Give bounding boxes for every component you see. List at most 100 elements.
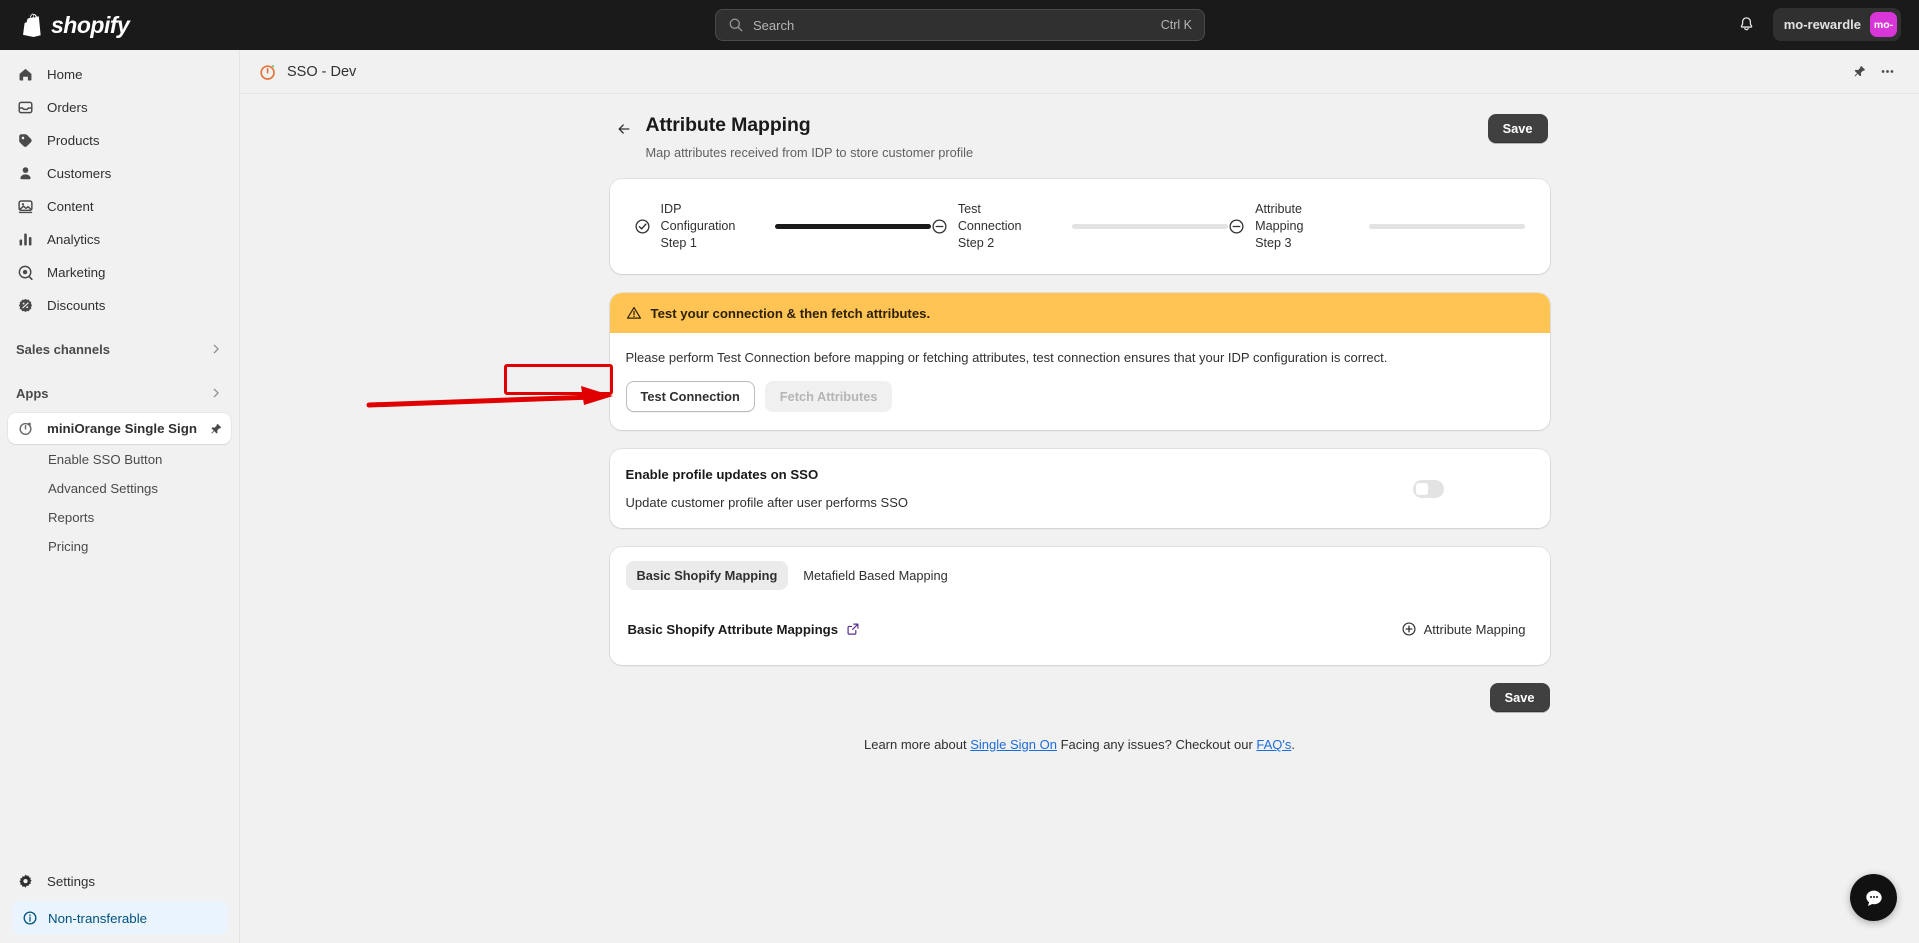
- page-subtitle: Map attributes received from IDP to stor…: [645, 145, 974, 160]
- search-placeholder: Search: [753, 17, 795, 33]
- test-connection-banner-card: Test your connection & then fetch attrib…: [609, 293, 1550, 430]
- progress-stepper-card: IDP Configuration Step 1 Test Connection…: [609, 179, 1550, 274]
- search-shortcut-hint: Ctrl K: [1160, 18, 1192, 32]
- warning-banner-header: Test your connection & then fetch attrib…: [609, 293, 1550, 333]
- shopify-wordmark: shopify: [51, 11, 130, 38]
- mapping-section-row: Basic Shopify Attribute Mappings Attribu…: [626, 617, 1534, 641]
- stepper-step-line1: Attribute: [1255, 202, 1303, 216]
- add-attribute-mapping-button[interactable]: Attribute Mapping: [1395, 617, 1532, 641]
- tab-basic-shopify-mapping[interactable]: Basic Shopify Mapping: [625, 561, 789, 590]
- stepper-step-2-labels: Test Connection Step 2: [958, 201, 1068, 252]
- sidebar-item-label: Customers: [47, 165, 112, 181]
- minus-circle-icon: [1229, 219, 1244, 234]
- bar-chart-icon: [16, 230, 35, 249]
- stepper: IDP Configuration Step 1 Test Connection…: [610, 179, 1550, 274]
- sidebar-item-customers[interactable]: Customers: [8, 159, 231, 187]
- image-icon: [16, 197, 35, 216]
- status-badge-non-transferable[interactable]: Non-transferable: [12, 901, 228, 935]
- enable-profile-updates-toggle[interactable]: [1412, 479, 1444, 498]
- chat-support-button[interactable]: [1850, 874, 1897, 921]
- search-icon: [729, 18, 743, 32]
- sidebar-item-label: Settings: [47, 873, 96, 889]
- external-link-icon[interactable]: [846, 622, 860, 636]
- sidebar-item-miniorange-single-sign[interactable]: miniOrange Single Sign: [8, 413, 231, 444]
- arrow-left-icon: [618, 124, 629, 134]
- page-title-row: Attribute Mapping Map attributes receive…: [610, 114, 1550, 160]
- sidebar-item-products[interactable]: Products: [8, 126, 231, 154]
- account-menu-button[interactable]: mo-rewardle mo-: [1772, 8, 1901, 41]
- page-content: Attribute Mapping Map attributes receive…: [609, 114, 1550, 792]
- stepper-step-line3: Step 1: [660, 236, 697, 250]
- warning-triangle-icon: [626, 306, 641, 319]
- check-circle-icon: [634, 219, 650, 234]
- stepper-step-line2: Configuration: [660, 219, 736, 233]
- faqs-link[interactable]: FAQ's: [1256, 737, 1291, 752]
- shopify-bag-icon: [23, 13, 41, 37]
- sidebar-item-label: Home: [47, 66, 83, 82]
- sidebar-subitem-label: Reports: [48, 509, 95, 525]
- pin-icon[interactable]: [209, 422, 223, 436]
- discount-icon: [16, 296, 35, 315]
- stepper-step-3: Attribute Mapping Step 3: [1228, 201, 1526, 252]
- home-icon: [16, 65, 35, 84]
- profile-updates-text: Enable profile updates on SSO Update cus…: [626, 467, 1413, 510]
- sidebar-subitem-label: Enable SSO Button: [48, 451, 163, 467]
- global-search-input[interactable]: Search Ctrl K: [715, 9, 1205, 41]
- warning-banner-title: Test your connection & then fetch attrib…: [650, 305, 931, 321]
- bottom-save-row: Save: [610, 683, 1550, 712]
- miniorange-icon: [260, 64, 275, 80]
- sidebar-subitem-label: Pricing: [48, 538, 89, 554]
- sidebar-subitem-label: Advanced Settings: [48, 480, 158, 496]
- save-button-top[interactable]: Save: [1487, 114, 1548, 143]
- global-topbar: shopify Search Ctrl K mo-rewardle mo-: [0, 0, 1919, 50]
- tab-metafield-based-mapping[interactable]: Metafield Based Mapping: [792, 561, 958, 590]
- stepper-step-1-labels: IDP Configuration Step 1: [661, 201, 771, 252]
- sidebar-item-content[interactable]: Content: [8, 192, 231, 220]
- sidebar-item-label: Marketing: [47, 264, 106, 280]
- single-sign-on-link[interactable]: Single Sign On: [970, 737, 1057, 752]
- sidebar-item-analytics[interactable]: Analytics: [8, 225, 231, 253]
- account-name: mo-rewardle: [1783, 17, 1861, 32]
- back-button[interactable]: [612, 117, 636, 141]
- footer-text-1: Learn more about: [863, 737, 971, 752]
- main-sidebar: Home Orders Products Customers Content A…: [0, 50, 240, 943]
- sidebar-item-label: Discounts: [47, 297, 106, 313]
- stepper-step-1: IDP Configuration Step 1: [634, 201, 931, 252]
- sidebar-group-label: Apps: [16, 385, 49, 401]
- stepper-step-3-labels: Attribute Mapping Step 3: [1255, 201, 1365, 252]
- banner-action-row: Test Connection Fetch Attributes: [625, 381, 1534, 412]
- status-badge-label: Non-transferable: [48, 910, 148, 926]
- mapping-tabs: Basic Shopify Mapping Metafield Based Ma…: [625, 561, 1534, 590]
- app-more-menu-button[interactable]: [1873, 58, 1901, 86]
- chevron-right-icon: [213, 344, 219, 354]
- page-scroll-region[interactable]: Attribute Mapping Map attributes receive…: [240, 94, 1919, 943]
- stepper-step-line2: Mapping: [1255, 219, 1304, 233]
- pin-app-button[interactable]: [1845, 58, 1873, 86]
- sidebar-subitem-reports[interactable]: Reports: [8, 504, 231, 530]
- profile-updates-card: Enable profile updates on SSO Update cus…: [609, 449, 1550, 528]
- sidebar-item-settings[interactable]: Settings: [8, 867, 232, 895]
- stepper-progress-bar-2: [1071, 224, 1229, 229]
- sidebar-item-home[interactable]: Home: [8, 60, 231, 88]
- page-title: Attribute Mapping: [645, 114, 811, 136]
- shopify-logo[interactable]: shopify: [22, 11, 130, 39]
- sidebar-subitem-pricing[interactable]: Pricing: [8, 533, 231, 559]
- sidebar-item-discounts[interactable]: Discounts: [8, 291, 231, 319]
- attribute-mapping-card: Basic Shopify Mapping Metafield Based Ma…: [609, 547, 1550, 665]
- ellipsis-icon: [1881, 70, 1893, 73]
- warning-banner-description: Please perform Test Connection before ma…: [625, 350, 1388, 365]
- sidebar-item-orders[interactable]: Orders: [8, 93, 231, 121]
- sidebar-group-apps[interactable]: Apps: [8, 379, 231, 407]
- sidebar-group-sales-channels[interactable]: Sales channels: [8, 335, 231, 363]
- notifications-button[interactable]: [1731, 8, 1763, 41]
- sidebar-item-marketing[interactable]: Marketing: [8, 258, 231, 286]
- test-connection-button[interactable]: Test Connection: [625, 381, 755, 412]
- chevron-right-icon: [213, 388, 219, 398]
- profile-updates-row: Enable profile updates on SSO Update cus…: [610, 449, 1550, 528]
- sidebar-subitem-advanced-settings[interactable]: Advanced Settings: [8, 475, 231, 501]
- sidebar-subitem-enable-sso-button[interactable]: Enable SSO Button: [8, 446, 231, 472]
- footer-text-2: Facing any issues? Checkout our: [1056, 737, 1257, 752]
- pin-icon: [1853, 65, 1865, 77]
- save-button-bottom[interactable]: Save: [1489, 683, 1550, 712]
- page-heading-block: Attribute Mapping Map attributes receive…: [646, 114, 1488, 160]
